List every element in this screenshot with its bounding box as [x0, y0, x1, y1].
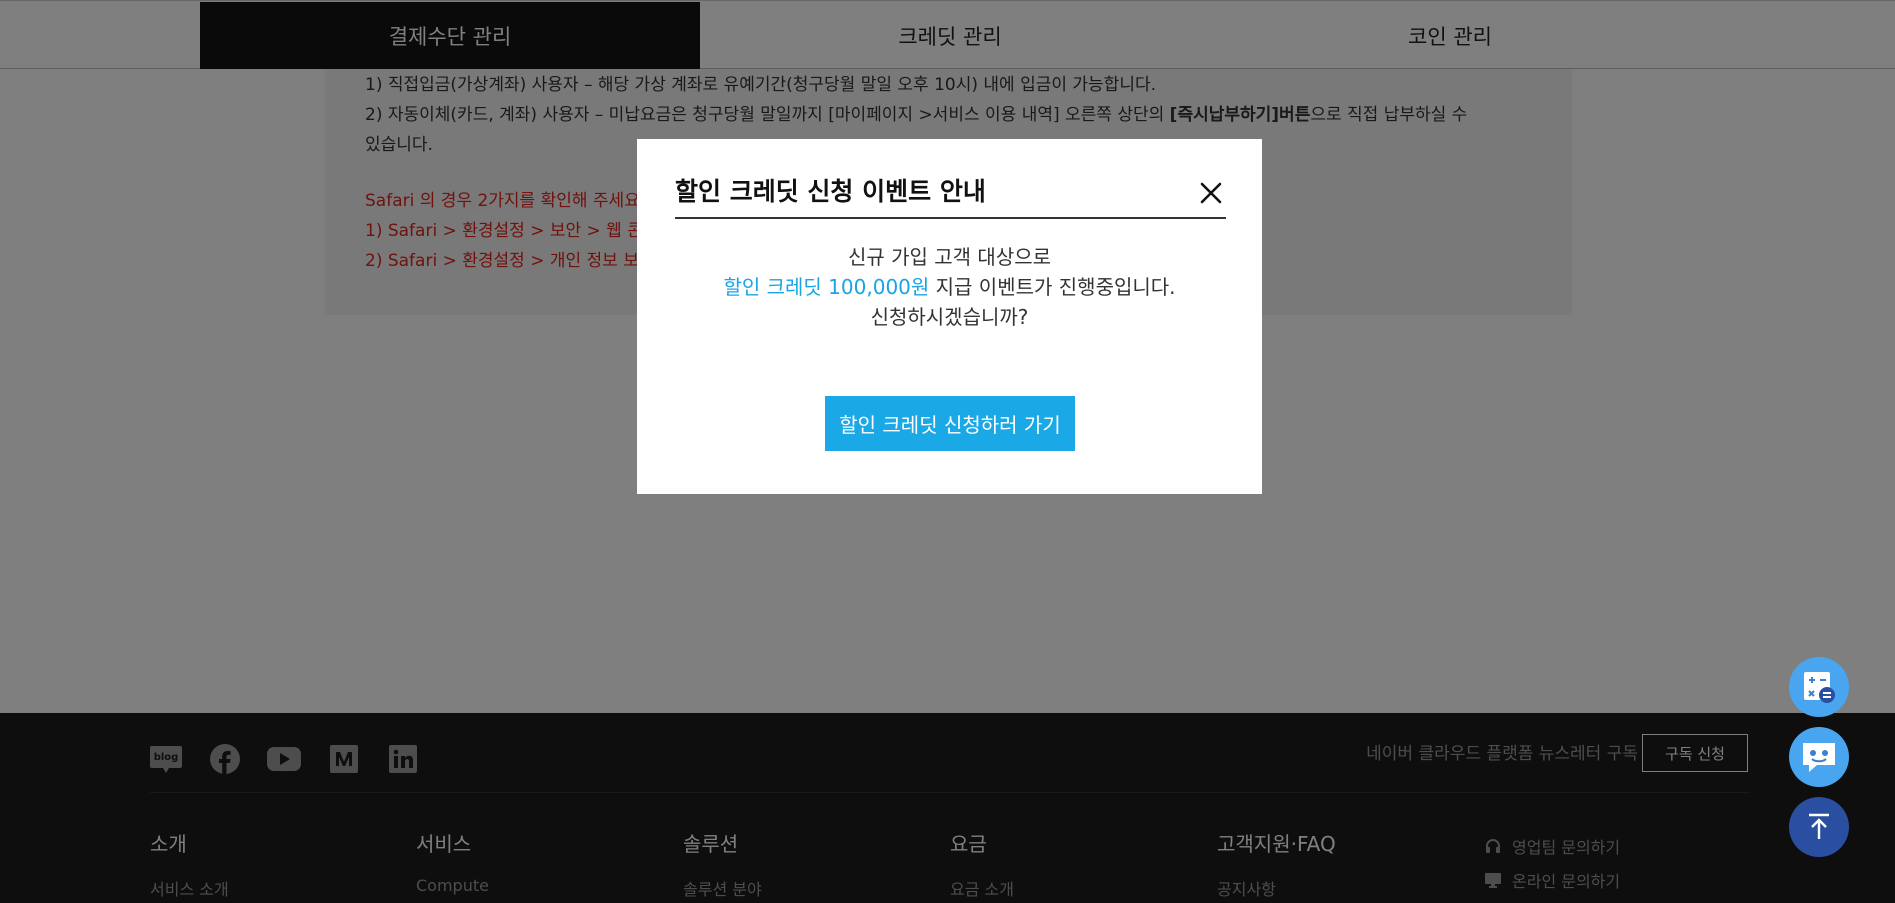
close-icon[interactable]	[1195, 177, 1227, 209]
apply-credit-button[interactable]: 할인 크레딧 신청하러 가기	[825, 396, 1075, 451]
modal-divider	[675, 217, 1226, 219]
modal-message: 신규 가입 고객 대상으로 할인 크레딧 100,000원 지급 이벤트가 진행…	[637, 242, 1262, 332]
credit-event-modal: 할인 크레딧 신청 이벤트 안내 신규 가입 고객 대상으로 할인 크레딧 10…	[637, 139, 1262, 494]
credit-amount-highlight: 할인 크레딧 100,000원	[723, 275, 930, 299]
modal-title: 할인 크레딧 신청 이벤트 안내	[675, 177, 986, 206]
calculator-icon[interactable]	[1789, 657, 1849, 717]
chatbot-icon[interactable]	[1789, 727, 1849, 787]
modal-message-line-2-rest: 지급 이벤트가 진행중입니다.	[929, 275, 1176, 299]
modal-message-line-3: 신청하시겠습니까?	[870, 305, 1029, 329]
scroll-top-icon[interactable]	[1789, 797, 1849, 857]
modal-message-line-1: 신규 가입 고객 대상으로	[847, 245, 1052, 269]
modal-message-line-2: 할인 크레딧 100,000원 지급 이벤트가 진행중입니다.	[637, 272, 1262, 302]
